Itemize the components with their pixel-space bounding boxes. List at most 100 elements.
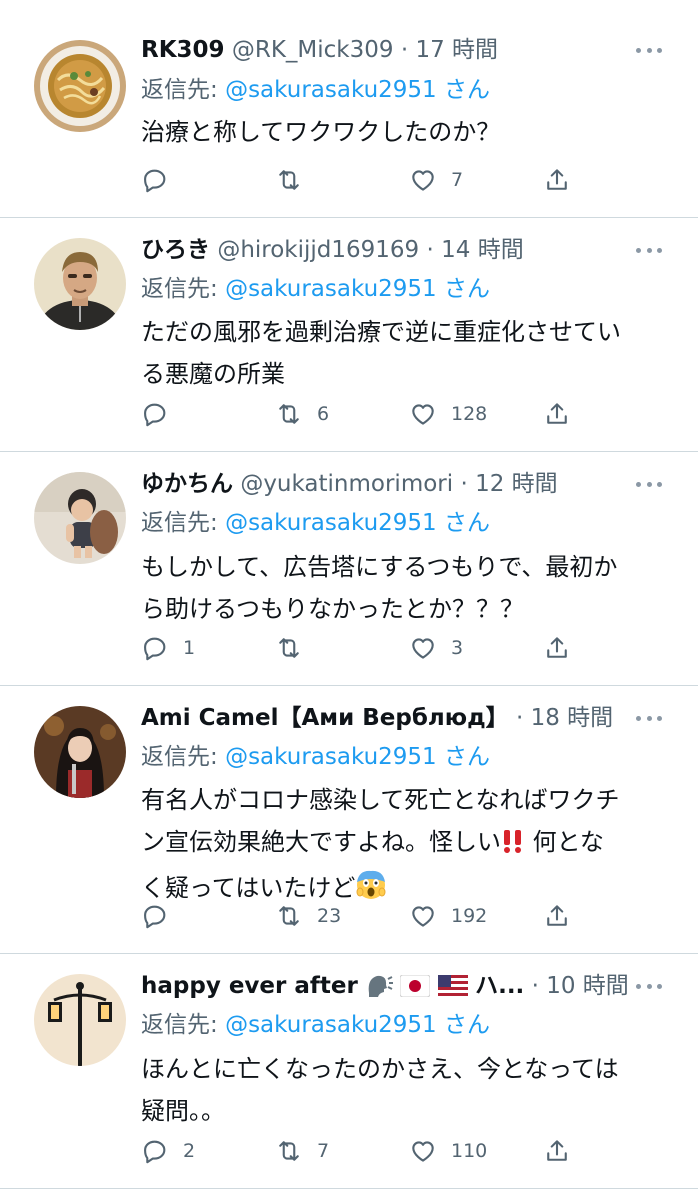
display-name[interactable]: RK309 <box>141 37 225 63</box>
speaking-head-emoji <box>365 970 394 1006</box>
retweet-button[interactable]: 6 <box>275 394 329 434</box>
share-button[interactable] <box>543 896 571 936</box>
like-button[interactable]: 110 <box>409 1131 487 1171</box>
timestamp[interactable]: 14 時間 <box>441 237 524 263</box>
user-handle[interactable]: @RK_Mick309 <box>232 37 394 63</box>
timestamp[interactable]: 12 時間 <box>475 471 558 497</box>
reply-context: 返信先: @sakurasaku2951 さん <box>141 269 490 309</box>
share-button[interactable] <box>543 628 571 668</box>
speech-bubble-icon <box>141 634 169 662</box>
reply-suffix: さん <box>436 276 490 302</box>
more-dots-icon[interactable] <box>636 966 662 1006</box>
timestamp[interactable]: 17 時間 <box>415 37 498 63</box>
display-name[interactable]: ひろき <box>141 237 210 263</box>
woman-portrait-avatar-image <box>34 706 126 798</box>
reply-to-link[interactable]: @sakurasaku2951 <box>225 744 437 770</box>
separator-dot: · <box>531 973 539 999</box>
tweet-text: 治療と称してワクワクしたのか？ <box>141 111 661 153</box>
retweet-button[interactable]: 23 <box>275 896 341 936</box>
retweet-arrows-icon <box>275 634 303 662</box>
like-button[interactable]: 3 <box>409 628 463 668</box>
reply-count: 1 <box>183 637 196 659</box>
more-dots-icon[interactable] <box>636 464 662 504</box>
reply-prefix: 返信先: <box>141 510 226 536</box>
tweet[interactable]: RK309 @RK_Mick309 · 17 時間 返信先: @sakurasa… <box>0 0 698 217</box>
tweet-actions: 23 192 <box>0 896 698 936</box>
retweet-button[interactable]: 7 <box>275 1131 329 1171</box>
retweet-arrows-icon <box>275 902 303 930</box>
heart-outline-icon <box>409 166 437 194</box>
avatar[interactable] <box>34 974 126 1066</box>
reply-to-link[interactable]: @sakurasaku2951 <box>225 276 437 302</box>
reply-count: 2 <box>183 1140 196 1162</box>
tweet-text-line: 疑問。。 <box>141 1097 225 1125</box>
us-flag-emoji <box>437 970 468 1006</box>
retweet-count: 6 <box>317 403 330 425</box>
reply-button[interactable] <box>141 896 183 936</box>
tweet[interactable]: ゆかちん @yukatinmorimori · 12 時間 返信先: @saku… <box>0 452 698 685</box>
timestamp[interactable]: 18 時間 <box>531 705 614 731</box>
tweet-text-line: ほんとに亡くなったのかさえ、今となっては <box>141 1055 619 1083</box>
reply-suffix: さん <box>436 510 490 536</box>
reply-to-link[interactable]: @sakurasaku2951 <box>225 77 437 103</box>
reply-button[interactable]: 1 <box>141 628 195 668</box>
share-button[interactable] <box>543 1131 571 1171</box>
separator-dot: · <box>426 237 434 263</box>
user-handle[interactable]: @yukatinmorimori <box>240 471 453 497</box>
reply-prefix: 返信先: <box>141 77 226 103</box>
avatar[interactable] <box>34 472 126 564</box>
tweet-actions: 7 <box>0 160 698 200</box>
retweet-arrows-icon <box>275 1137 303 1165</box>
display-name[interactable]: Ami Camel【Ами Верблюд】 <box>141 705 509 731</box>
separator-dot: · <box>515 705 524 731</box>
tweet-text-line: もしかして、広告塔にするつもりで、最初か <box>141 553 618 581</box>
tweet-text: もしかして、広告塔にするつもりで、最初か ら助けるつもりなかったとか？？？ <box>141 546 661 630</box>
tweet[interactable]: happy ever after ハ... · 10 時間 返信先: @saku… <box>0 954 698 1188</box>
reply-context: 返信先: @sakurasaku2951 さん <box>141 1005 490 1045</box>
share-button[interactable] <box>543 394 571 434</box>
ramen-avatar-image <box>34 40 126 132</box>
retweet-count: 23 <box>317 905 342 927</box>
heart-outline-icon <box>409 634 437 662</box>
street-lamp-avatar-image <box>34 974 126 1066</box>
reply-button[interactable] <box>141 160 183 200</box>
like-button[interactable]: 128 <box>409 394 487 434</box>
tweet-text: ほんとに亡くなったのかさえ、今となっては 疑問。。 <box>141 1048 661 1132</box>
reply-button[interactable]: 2 <box>141 1131 195 1171</box>
tweet-actions: 1 3 <box>0 628 698 668</box>
timestamp[interactable]: 10 時間 <box>546 973 628 999</box>
like-button[interactable]: 192 <box>409 896 487 936</box>
speech-bubble-icon <box>141 902 169 930</box>
like-button[interactable]: 7 <box>409 160 463 200</box>
display-name-suffix[interactable]: ハ... <box>475 973 524 999</box>
like-count: 110 <box>451 1140 488 1162</box>
reply-context: 返信先: @sakurasaku2951 さん <box>141 503 490 543</box>
more-dots-icon[interactable] <box>636 30 662 70</box>
double-exclamation-emoji <box>501 825 525 867</box>
reply-to-link[interactable]: @sakurasaku2951 <box>225 1012 437 1038</box>
reply-prefix: 返信先: <box>141 744 226 770</box>
share-upload-icon <box>543 634 571 662</box>
tweet-text-fragment: ン宣伝効果絶大ですよね。怪しい <box>141 828 501 856</box>
tweet-text-line: 有名人がコロナ感染して死亡となればワクチ <box>141 786 620 814</box>
more-dots-icon[interactable] <box>636 230 662 270</box>
retweet-button[interactable] <box>275 160 317 200</box>
speech-bubble-icon <box>141 166 169 194</box>
reply-button[interactable] <box>141 394 183 434</box>
share-upload-icon <box>543 400 571 428</box>
avatar[interactable] <box>34 40 126 132</box>
more-dots-icon[interactable] <box>636 698 662 738</box>
retweet-button[interactable] <box>275 628 317 668</box>
display-name[interactable]: happy ever after <box>141 973 358 999</box>
tweet[interactable]: ひろき @hirokijjd169169 · 14 時間 返信先: @sakur… <box>0 218 698 451</box>
separator-dot: · <box>460 471 468 497</box>
like-count: 7 <box>451 169 464 191</box>
reply-to-link[interactable]: @sakurasaku2951 <box>225 510 437 536</box>
share-button[interactable] <box>543 160 571 200</box>
avatar[interactable] <box>34 706 126 798</box>
tweet[interactable]: Ami Camel【Ами Верблюд】 · 18 時間 返信先: @sak… <box>0 686 698 953</box>
reply-context: 返信先: @sakurasaku2951 さん <box>141 737 490 777</box>
user-handle[interactable]: @hirokijjd169169 <box>217 237 419 263</box>
avatar[interactable] <box>34 238 126 330</box>
display-name[interactable]: ゆかちん <box>141 471 233 497</box>
